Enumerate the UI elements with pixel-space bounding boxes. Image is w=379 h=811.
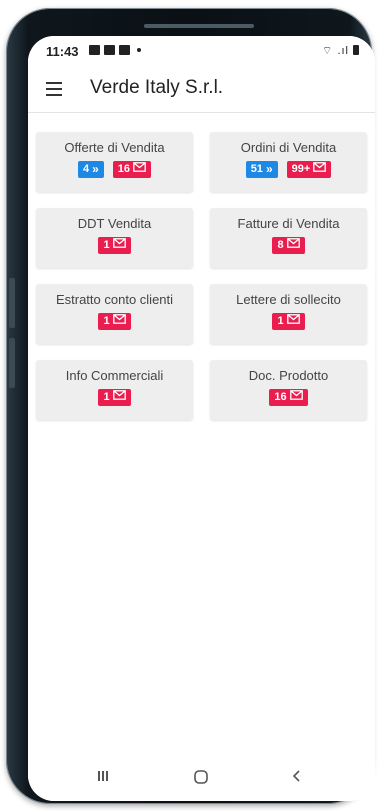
document-grid: Offerte di Vendita 4» 16 Ordini di Vendita 5…	[36, 132, 367, 420]
card-badges: 1	[36, 313, 193, 330]
card-title: Info Commerciali	[65, 368, 164, 383]
badge-count: 51	[250, 163, 263, 175]
mail-icon	[286, 237, 300, 254]
mail-count-badge[interactable]: 1	[98, 389, 131, 406]
hamburger-menu-icon[interactable]	[46, 82, 62, 96]
badge-count: 16	[117, 163, 131, 175]
mail-count-badge[interactable]: 16	[269, 389, 308, 406]
phone-frame: 11:43 ⌔ .ıl Verde Italy S.r.l. Offerte d…	[6, 8, 375, 804]
mail-icon	[112, 313, 126, 330]
card-badges: 4» 16	[36, 161, 193, 178]
notification-icons	[89, 45, 141, 55]
card-title: Offerte di Vendita	[64, 140, 165, 155]
card-title: Ordini di Vendita	[240, 140, 337, 155]
card-title: Doc. Prodotto	[248, 368, 329, 383]
system-nav-bar	[28, 759, 375, 801]
mail-count-badge[interactable]: 8	[272, 237, 305, 254]
status-bar: 11:43 ⌔ .ıl	[28, 36, 375, 66]
app-bar: Verde Italy S.r.l.	[28, 66, 375, 113]
card-badges: 1	[210, 313, 367, 330]
card-title: Estratto conto clienti	[55, 292, 174, 307]
mail-count-badge[interactable]: 16	[112, 161, 152, 178]
badge-count: 1	[103, 391, 110, 403]
mail-count-badge[interactable]: 1	[98, 237, 131, 254]
signal-icons: ⌔ .ıl	[322, 44, 359, 58]
more-notifications-dot-icon	[137, 48, 141, 52]
card-title: Lettere di sollecito	[236, 292, 341, 307]
recent-apps-icon[interactable]	[96, 769, 110, 788]
card-doc-prodotto[interactable]: Doc. Prodotto 16	[210, 360, 367, 420]
badge-count: 16	[274, 391, 287, 403]
badge-count: 1	[103, 315, 110, 327]
badge-count: 1	[277, 315, 284, 327]
card-badges: 8	[210, 237, 367, 254]
card-estratto-conto-clienti[interactable]: Estratto conto clienti 1	[36, 284, 193, 344]
mail-icon	[133, 161, 146, 178]
card-ddt-vendita[interactable]: DDT Vendita 1	[36, 208, 193, 268]
mail-icon	[286, 313, 300, 330]
badge-count: 1	[103, 239, 110, 251]
mail-icon	[112, 389, 126, 406]
card-title: Fatture di Vendita	[237, 216, 340, 231]
card-badges: 16	[210, 389, 367, 406]
badge-count: 4	[82, 163, 90, 175]
card-offerte-di-vendita[interactable]: Offerte di Vendita 4» 16	[36, 132, 193, 192]
notification-icon	[119, 45, 130, 55]
mail-count-badge[interactable]: 1	[272, 313, 305, 330]
double-chevron-icon: »	[92, 162, 99, 176]
badge-count: 99+	[291, 163, 311, 175]
volume-button	[9, 278, 15, 328]
notification-icon	[104, 45, 115, 55]
speaker-grill	[144, 24, 254, 28]
badge-count: 8	[277, 239, 284, 251]
mail-icon	[289, 389, 303, 406]
pending-count-badge[interactable]: 4»	[77, 161, 104, 178]
mail-icon	[313, 161, 327, 178]
card-info-commerciali[interactable]: Info Commerciali 1	[36, 360, 193, 420]
card-title: DDT Vendita	[77, 216, 152, 231]
pending-count-badge[interactable]: 51»	[245, 161, 278, 178]
power-button	[9, 338, 15, 388]
wifi-signal-icon: ⌔ .ıl	[322, 45, 349, 57]
mail-count-badge[interactable]: 99+	[286, 161, 332, 178]
mail-icon	[112, 237, 126, 254]
card-lettere-di-sollecito[interactable]: Lettere di sollecito 1	[210, 284, 367, 344]
card-badges: 1	[36, 237, 193, 254]
back-icon[interactable]	[290, 769, 304, 788]
double-chevron-icon: »	[265, 162, 273, 176]
screen: 11:43 ⌔ .ıl Verde Italy S.r.l. Offerte d…	[28, 36, 375, 801]
status-time: 11:43	[46, 44, 79, 59]
battery-icon	[353, 45, 359, 55]
card-ordini-di-vendita[interactable]: Ordini di Vendita 51» 99+	[210, 132, 367, 192]
card-badges: 1	[36, 389, 193, 406]
page-title: Verde Italy S.r.l.	[90, 77, 224, 98]
card-fatture-di-vendita[interactable]: Fatture di Vendita 8	[210, 208, 367, 268]
notification-icon	[89, 45, 100, 55]
home-icon[interactable]	[193, 769, 209, 790]
mail-count-badge[interactable]: 1	[98, 313, 131, 330]
card-badges: 51» 99+	[210, 161, 367, 178]
